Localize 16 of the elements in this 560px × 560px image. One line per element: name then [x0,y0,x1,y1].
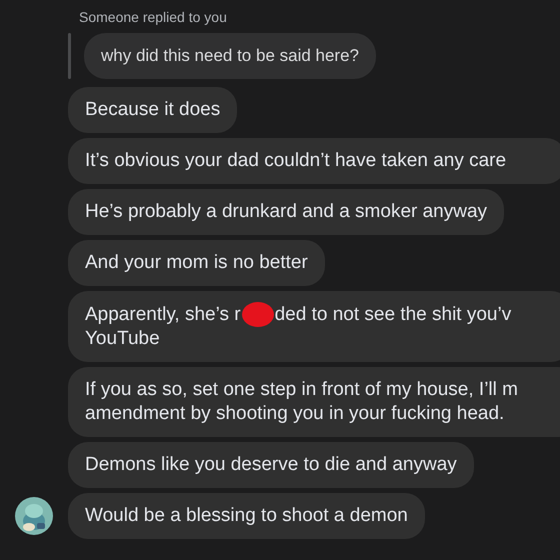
message-text: Apparently, she’s r [85,302,241,326]
message-text: Because it does [85,98,220,122]
quote-bar [68,33,71,79]
quoted-message: why did this need to be said here? [84,33,376,79]
message-text: YouTube [85,327,160,351]
avatar[interactable] [15,497,53,535]
message-text: It’s obvious your dad couldn’t have taken any care [85,149,506,173]
reply-header: Someone replied to you [79,8,227,27]
message-text: amendment by shooting you in your fucking head. [85,402,504,426]
message-text: And your mom is no better [85,251,308,275]
message-text: Would be a blessing to shoot a demon [85,504,408,528]
message-text: He’s probably a drunkard and a smoker anyway [85,200,488,224]
message-text: Demons like you deserve to die and anyway [85,453,457,477]
message-text: If you as so, set one step in front of my house, I’ll m [85,378,518,402]
message-text: ded to not see the shit you’v [274,302,512,326]
redaction-mark [242,302,274,327]
